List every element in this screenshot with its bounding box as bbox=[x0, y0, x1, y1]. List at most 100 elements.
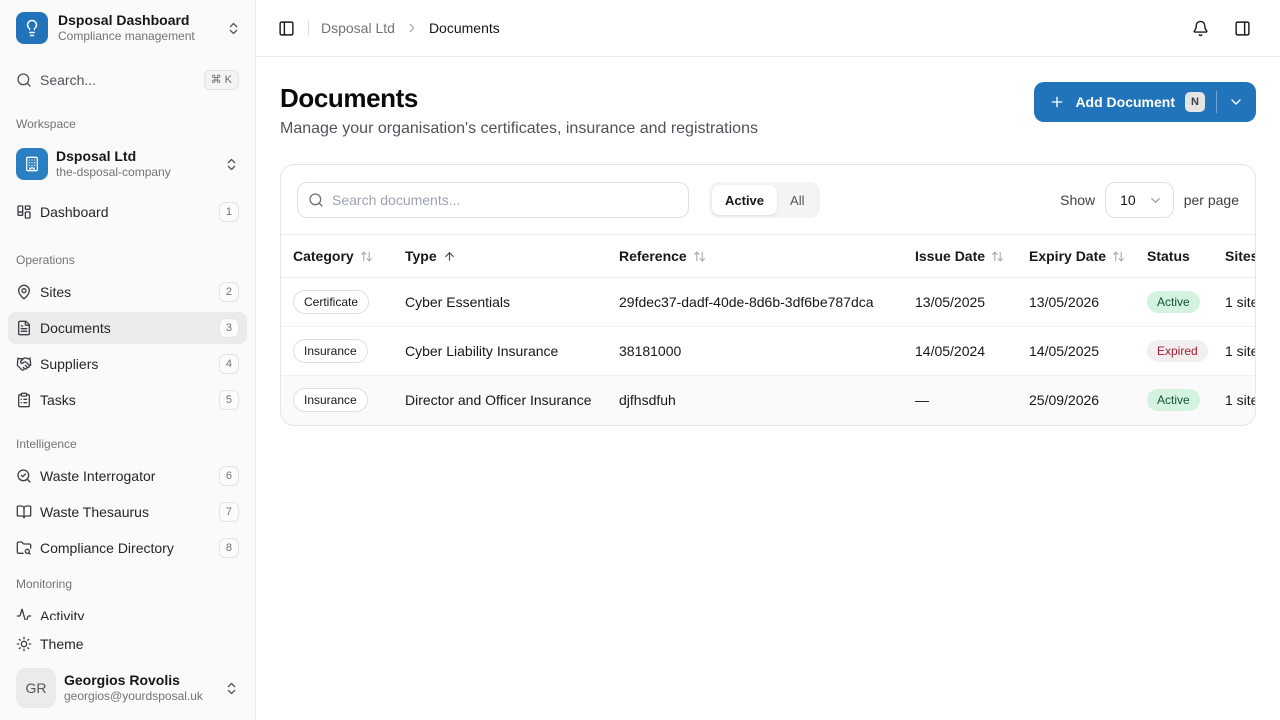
page-size-value: 10 bbox=[1120, 192, 1136, 208]
user-email: georgios@yourdsposal.uk bbox=[64, 689, 216, 704]
chevron-down-icon bbox=[1148, 193, 1163, 208]
category-badge: Insurance bbox=[293, 339, 368, 363]
cell-status: Active bbox=[1135, 278, 1213, 327]
status-badge: Expired bbox=[1147, 340, 1208, 362]
sidebar-item-label: Dashboard bbox=[40, 204, 109, 220]
workspace-switcher[interactable]: Dsposal Ltd the-dsposal-company bbox=[8, 140, 247, 188]
sidebar-item-tasks[interactable]: Tasks 5 bbox=[8, 384, 247, 416]
divider bbox=[308, 20, 309, 36]
sidebar-item-dashboard[interactable]: Dashboard 1 bbox=[8, 196, 247, 228]
panel-right-icon bbox=[1234, 20, 1251, 37]
sidebar-item-suppliers[interactable]: Suppliers 4 bbox=[8, 348, 247, 380]
filter-all[interactable]: All bbox=[777, 185, 817, 215]
table-header-row: Category Type Reference bbox=[281, 235, 1256, 278]
app-switcher[interactable]: Dsposal Dashboard Compliance management bbox=[0, 0, 255, 56]
sidebar-item-label: Waste Interrogator bbox=[40, 468, 155, 484]
column-header-type[interactable]: Type bbox=[393, 235, 607, 278]
category-badge: Insurance bbox=[293, 388, 368, 412]
sort-ascending-icon bbox=[443, 250, 456, 263]
handshake-icon bbox=[16, 356, 32, 372]
documents-table: Category Type Reference bbox=[281, 234, 1256, 425]
cell-expiry-date: 25/09/2026 bbox=[1017, 376, 1135, 425]
column-label: Status bbox=[1147, 248, 1190, 264]
shortcut-badge: 4 bbox=[219, 354, 239, 374]
cell-type: Director and Officer Insurance bbox=[393, 376, 607, 425]
sidebar-search[interactable]: Search... ⌘ K bbox=[8, 64, 247, 96]
sidebar-item-waste-thesaurus[interactable]: Waste Thesaurus 7 bbox=[8, 496, 247, 528]
column-header-issue-date[interactable]: Issue Date bbox=[903, 235, 1017, 278]
cell-issue-date: 13/05/2025 bbox=[903, 278, 1017, 327]
sidebar-item-documents[interactable]: Documents 3 bbox=[8, 312, 247, 344]
cell-sites: 1 site bbox=[1213, 278, 1256, 327]
panel-left-icon bbox=[278, 20, 295, 37]
right-panel-toggle-button[interactable] bbox=[1228, 14, 1256, 42]
app-title: Dsposal Dashboard bbox=[58, 12, 216, 29]
column-header-expiry-date[interactable]: Expiry Date bbox=[1017, 235, 1135, 278]
notifications-button[interactable] bbox=[1186, 14, 1214, 42]
search-check-icon bbox=[16, 468, 32, 484]
cell-sites: 1 site bbox=[1213, 327, 1256, 376]
cell-category: Certificate bbox=[281, 278, 393, 327]
breadcrumb: Dsposal Ltd Documents bbox=[321, 20, 500, 36]
add-document-shortcut-badge: N bbox=[1185, 92, 1205, 112]
workspace-name: Dsposal Ltd bbox=[56, 148, 216, 165]
lightbulb-icon bbox=[23, 19, 41, 37]
sidebar-item-label: Suppliers bbox=[40, 356, 98, 372]
table-row[interactable]: Insurance Cyber Liability Insurance 3818… bbox=[281, 327, 1256, 376]
status-badge: Active bbox=[1147, 291, 1200, 313]
cell-category: Insurance bbox=[281, 327, 393, 376]
app-logo bbox=[16, 12, 48, 44]
filter-active[interactable]: Active bbox=[712, 185, 777, 215]
shortcut-badge: 6 bbox=[219, 466, 239, 486]
sidebar-item-label: Waste Thesaurus bbox=[40, 504, 149, 520]
app-subtitle: Compliance management bbox=[58, 29, 216, 44]
sun-icon bbox=[16, 636, 32, 652]
theme-label: Theme bbox=[40, 636, 84, 652]
sort-icon bbox=[360, 250, 373, 263]
column-header-reference[interactable]: Reference bbox=[607, 235, 903, 278]
sidebar-toggle-button[interactable] bbox=[272, 14, 300, 42]
column-label: Sites bbox=[1225, 248, 1256, 264]
add-document-label: Add Document bbox=[1075, 94, 1175, 110]
sidebar-item-compliance-directory[interactable]: Compliance Directory 8 bbox=[8, 532, 247, 564]
sidebar-item-activity[interactable]: Activity bbox=[8, 600, 247, 620]
sidebar-item-label: Activity bbox=[40, 608, 84, 620]
chevron-right-icon bbox=[405, 21, 419, 35]
column-header-sites: Sites bbox=[1213, 235, 1256, 278]
main-area: Dsposal Ltd Documents bbox=[256, 0, 1280, 720]
chevron-down-icon[interactable] bbox=[1228, 94, 1244, 110]
sidebar-item-waste-interrogator[interactable]: Waste Interrogator 6 bbox=[8, 460, 247, 492]
sidebar: Dsposal Dashboard Compliance management … bbox=[0, 0, 256, 720]
sidebar-item-sites[interactable]: Sites 2 bbox=[8, 276, 247, 308]
divider bbox=[1216, 91, 1217, 113]
documents-card: Active All Show 10 per page bbox=[280, 164, 1256, 426]
building-icon bbox=[24, 156, 40, 172]
add-document-button[interactable]: Add Document N bbox=[1034, 82, 1256, 122]
cell-expiry-date: 14/05/2025 bbox=[1017, 327, 1135, 376]
chevrons-up-down-icon bbox=[224, 157, 239, 172]
page-content: Documents Manage your organisation's cer… bbox=[256, 57, 1280, 720]
chevrons-up-down-icon bbox=[224, 681, 239, 696]
cell-reference: 38181000 bbox=[607, 327, 903, 376]
user-menu[interactable]: GR Georgios Rovolis georgios@yourdsposal… bbox=[8, 664, 247, 712]
workspace-slug: the-dsposal-company bbox=[56, 165, 216, 180]
column-header-category[interactable]: Category bbox=[281, 235, 393, 278]
documents-search-input[interactable] bbox=[297, 182, 689, 218]
table-row[interactable]: Insurance Director and Officer Insurance… bbox=[281, 376, 1256, 425]
workspace-meta: Dsposal Ltd the-dsposal-company bbox=[56, 148, 216, 180]
page-size-select[interactable]: 10 bbox=[1105, 182, 1174, 218]
shortcut-badge: 8 bbox=[219, 538, 239, 558]
sort-icon bbox=[693, 250, 706, 263]
section-label-monitoring: Monitoring bbox=[8, 576, 247, 592]
workspace-avatar bbox=[16, 148, 48, 180]
breadcrumb-item-workspace[interactable]: Dsposal Ltd bbox=[321, 20, 395, 36]
map-pin-icon bbox=[16, 284, 32, 300]
file-text-icon bbox=[16, 320, 32, 336]
page-header: Documents Manage your organisation's cer… bbox=[280, 82, 1256, 138]
category-badge: Certificate bbox=[293, 290, 369, 314]
app-window: Dsposal Dashboard Compliance management … bbox=[0, 0, 1280, 720]
cell-issue-date: 14/05/2024 bbox=[903, 327, 1017, 376]
cell-status: Expired bbox=[1135, 327, 1213, 376]
theme-toggle[interactable]: Theme bbox=[8, 628, 247, 660]
table-row[interactable]: Certificate Cyber Essentials 29fdec37-da… bbox=[281, 278, 1256, 327]
